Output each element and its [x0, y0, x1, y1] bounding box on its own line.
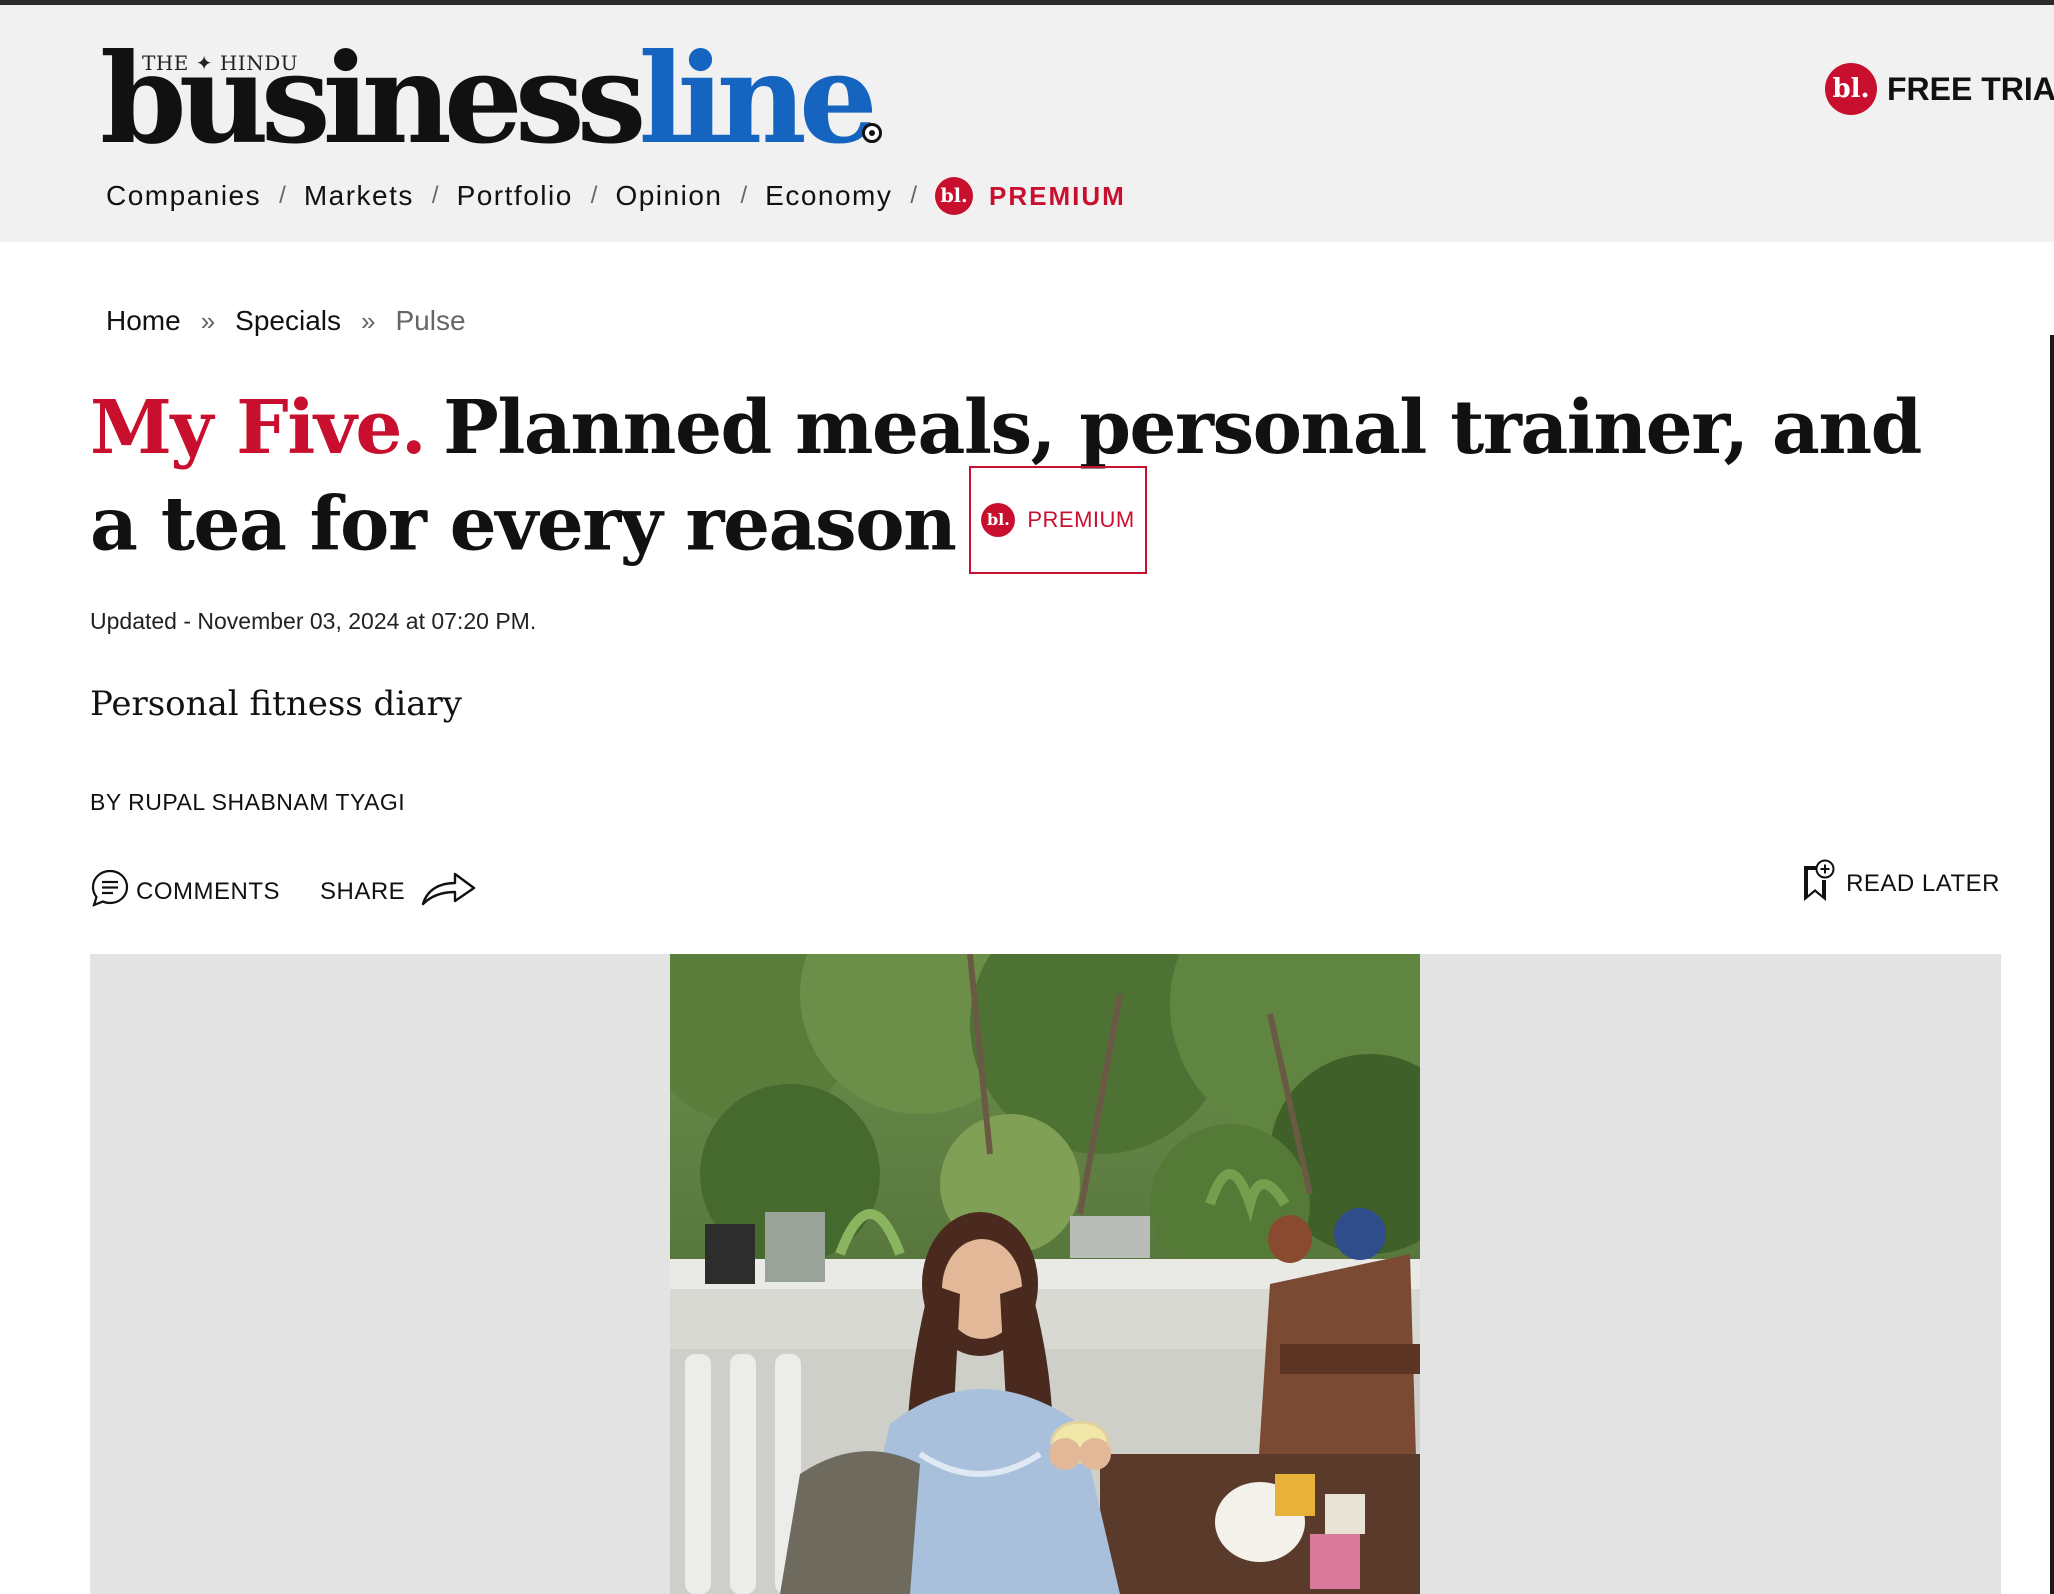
- nav-item-companies[interactable]: Companies: [106, 180, 261, 212]
- updated-timestamp: Updated - November 03, 2024 at 07:20 PM.: [90, 608, 537, 634]
- breadcrumb-home[interactable]: Home: [106, 305, 181, 337]
- comments-button[interactable]: COMMENTS: [90, 868, 280, 915]
- nav-separator: /: [740, 182, 748, 209]
- scrollbar[interactable]: [2050, 335, 2054, 1594]
- free-trial-button[interactable]: bl. FREE TRIAL: [1825, 63, 2054, 115]
- share-button[interactable]: SHARE: [320, 868, 479, 915]
- breadcrumb-pulse[interactable]: Pulse: [395, 305, 465, 337]
- article-actions: COMMENTS SHARE: [90, 868, 479, 915]
- nav-separator: /: [910, 182, 918, 209]
- logo-the-hindu: THE ✦ HINDU: [142, 51, 299, 75]
- main-nav: Companies / Markets / Portfolio / Opinio…: [106, 177, 1126, 215]
- share-label: SHARE: [320, 877, 406, 905]
- share-arrow-icon: [419, 868, 479, 915]
- article-image-container: [90, 954, 2001, 1594]
- nav-item-economy[interactable]: Economy: [765, 180, 892, 212]
- nav-item-portfolio[interactable]: Portfolio: [457, 180, 573, 212]
- nav-separator: /: [279, 182, 286, 209]
- breadcrumb-separator: »: [361, 305, 376, 336]
- nav-item-markets[interactable]: Markets: [304, 180, 414, 212]
- premium-tag: bl. PREMIUM: [969, 466, 1147, 574]
- nav-item-premium[interactable]: bl. PREMIUM: [935, 177, 1126, 215]
- bl-logo-icon: bl.: [981, 503, 1016, 537]
- comment-icon: [90, 868, 130, 915]
- article-headline: My Five. Planned meals, personal trainer,…: [90, 380, 1990, 584]
- article-subtitle: Personal fitness diary: [90, 684, 462, 724]
- breadcrumb-separator: »: [200, 305, 216, 336]
- logo-line: line: [638, 27, 877, 172]
- breadcrumb-specials[interactable]: Specials: [235, 305, 341, 337]
- free-trial-label: FREE TRIAL: [1887, 70, 2054, 107]
- logo-business: business: [100, 27, 646, 172]
- nav-separator: /: [590, 182, 598, 209]
- nav-premium-label: PREMIUM: [989, 180, 1126, 211]
- nav-item-opinion[interactable]: Opinion: [615, 180, 722, 212]
- bl-logo-icon: bl.: [1825, 63, 1877, 115]
- bl-logo-icon: bl.: [935, 177, 974, 215]
- nav-separator: /: [431, 182, 439, 209]
- breadcrumb: Home » Specials » Pulse: [106, 305, 466, 337]
- bookmark-plus-icon: [1800, 858, 1836, 909]
- businessline-logo[interactable]: businessline THE ✦ HINDU: [100, 37, 900, 162]
- read-later-button[interactable]: READ LATER: [1800, 858, 2000, 909]
- premium-tag-label: PREMIUM: [1027, 507, 1135, 532]
- site-header: businessline THE ✦ HINDU bl. FREE TRIAL …: [0, 5, 2054, 242]
- read-later-label: READ LATER: [1846, 869, 2000, 897]
- headline-kicker: My Five.: [90, 385, 427, 471]
- comments-label: COMMENTS: [136, 877, 280, 905]
- article-byline: BY RUPAL SHABNAM TYAGI: [90, 789, 406, 815]
- article-photo[interactable]: [670, 954, 1420, 1594]
- logo-dot-icon: [862, 123, 882, 143]
